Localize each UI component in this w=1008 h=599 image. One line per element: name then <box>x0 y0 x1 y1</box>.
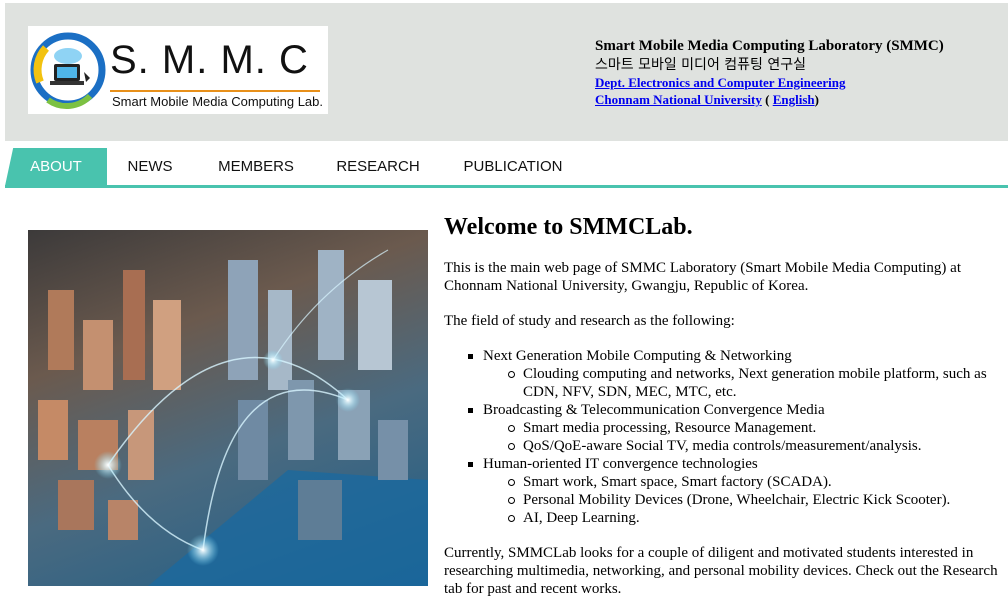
subtopic-list: Smart media processing, Resource Managem… <box>483 419 1004 455</box>
list-item: Smart media processing, Resource Managem… <box>508 419 1004 437</box>
closing-paragraph: Currently, SMMCLab looks for a couple of… <box>444 545 998 597</box>
topic-title: Broadcasting & Telecommunication Converg… <box>483 402 825 418</box>
main-content: Welcome to SMMCLab. This is the main web… <box>444 212 1004 599</box>
english-link[interactable]: English <box>773 92 815 107</box>
list-item: Clouding computing and networks, Next ge… <box>508 365 1004 401</box>
list-item: Personal Mobility Devices (Drone, Wheelc… <box>508 491 1004 509</box>
subtopic-list: Smart work, Smart space, Smart factory (… <box>483 473 1004 527</box>
site-header: S. M. M. C Smart Mobile Media Computing … <box>5 3 1008 141</box>
smart-city-image <box>28 230 428 586</box>
list-item: Next Generation Mobile Computing & Netwo… <box>468 347 1004 401</box>
topic-title: Human-oriented IT convergence technologi… <box>483 456 758 472</box>
logo-underline <box>110 90 320 92</box>
tab-research[interactable]: RESEARCH <box>324 148 432 186</box>
page-title: Welcome to SMMCLab. <box>444 214 693 240</box>
dept-link[interactable]: Dept. Electronics and Computer Engineeri… <box>595 75 846 90</box>
lab-name-english: Smart Mobile Media Computing Laboratory … <box>595 38 944 54</box>
list-item: Smart work, Smart space, Smart factory (… <box>508 473 1004 491</box>
lab-name-korean: 스마트 모바일 미디어 컴퓨팅 연구실 <box>595 57 806 73</box>
logo-subtitle: Smart Mobile Media Computing Lab. <box>112 94 323 109</box>
lab-info: Smart Mobile Media Computing Laboratory … <box>595 37 944 109</box>
paren-open: ( <box>761 92 773 107</box>
tab-publication[interactable]: PUBLICATION <box>452 148 574 186</box>
paren-close: ) <box>814 92 819 107</box>
field-intro: The field of study and research as the f… <box>444 313 735 329</box>
tab-about[interactable]: ABOUT <box>5 148 107 186</box>
city-illustration <box>38 249 428 586</box>
cloud-laptop-logo-icon <box>30 32 106 110</box>
topic-title: Next Generation Mobile Computing & Netwo… <box>483 348 792 364</box>
list-item: QoS/QoE-aware Social TV, media controls/… <box>508 437 1004 455</box>
logo-wordmark: S. M. M. C <box>110 38 309 82</box>
tab-members[interactable]: MEMBERS <box>206 148 306 186</box>
nav-underline <box>5 185 1008 188</box>
list-item: Broadcasting & Telecommunication Converg… <box>468 401 1004 455</box>
smmc-logo[interactable]: S. M. M. C Smart Mobile Media Computing … <box>28 26 328 114</box>
list-item: Human-oriented IT convergence technologi… <box>468 455 1004 527</box>
intro-paragraph: This is the main web page of SMMC Labora… <box>444 260 962 294</box>
tab-news[interactable]: NEWS <box>112 148 188 186</box>
research-topic-list: Next Generation Mobile Computing & Netwo… <box>444 347 1004 527</box>
university-link[interactable]: Chonnam National University <box>595 92 762 107</box>
list-item: AI, Deep Learning. <box>508 509 1004 527</box>
main-nav: ABOUT NEWS MEMBERS RESEARCH PUBLICATION <box>0 146 1008 188</box>
subtopic-list: Clouding computing and networks, Next ge… <box>483 365 1004 401</box>
